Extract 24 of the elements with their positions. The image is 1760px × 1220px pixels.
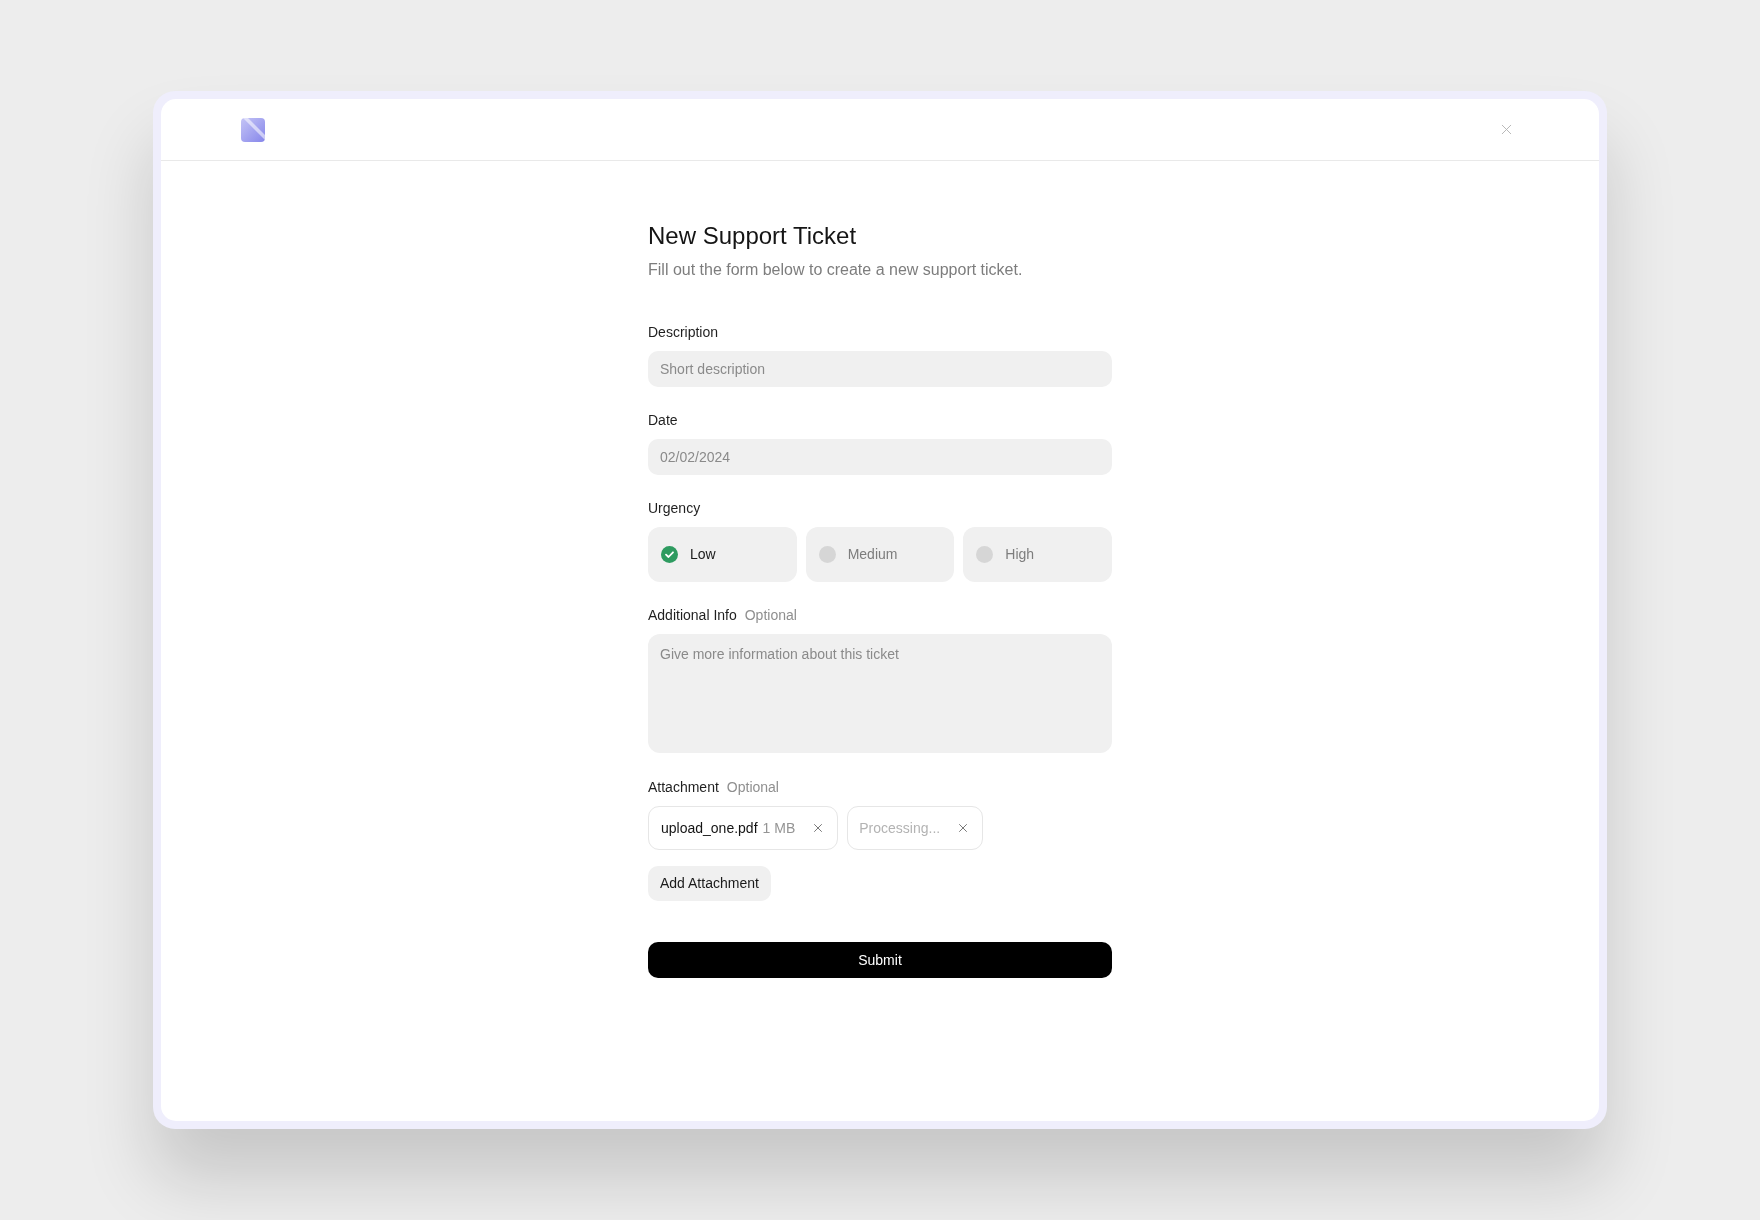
add-attachment-button[interactable]: Add Attachment	[648, 866, 771, 901]
date-field[interactable]: 02/02/2024	[648, 439, 1112, 475]
field-label: Attachment	[648, 778, 719, 797]
form-title: New Support Ticket	[648, 221, 858, 251]
field-label: Date	[648, 411, 678, 430]
empty-circle-icon	[976, 546, 994, 563]
field-label: Additional Info	[648, 606, 737, 625]
optional-hint: Optional	[726, 778, 779, 797]
field-label: Urgency	[648, 499, 701, 518]
text-area-field[interactable]: Give more information about this ticket	[648, 634, 1112, 753]
optional-hint: Optional	[744, 606, 797, 625]
empty-circle-icon	[818, 546, 836, 563]
file-name: upload_one.pdf	[661, 818, 758, 838]
submit-button[interactable]: Submit	[648, 942, 1112, 978]
urgency-option[interactable]: Low	[648, 527, 797, 582]
field-label: Description	[648, 323, 719, 342]
form-subtitle: Fill out the form below to create a new support ticket.	[648, 260, 1024, 280]
urgency-option[interactable]: High	[963, 527, 1112, 582]
logo-icon	[241, 117, 265, 142]
urgency-option[interactable]: Medium	[805, 527, 955, 582]
file-size: 1 MB	[762, 818, 796, 838]
input-field[interactable]: Short description	[648, 351, 1112, 387]
check-circle-icon	[661, 546, 678, 563]
processing-status: Processing...	[859, 818, 941, 838]
